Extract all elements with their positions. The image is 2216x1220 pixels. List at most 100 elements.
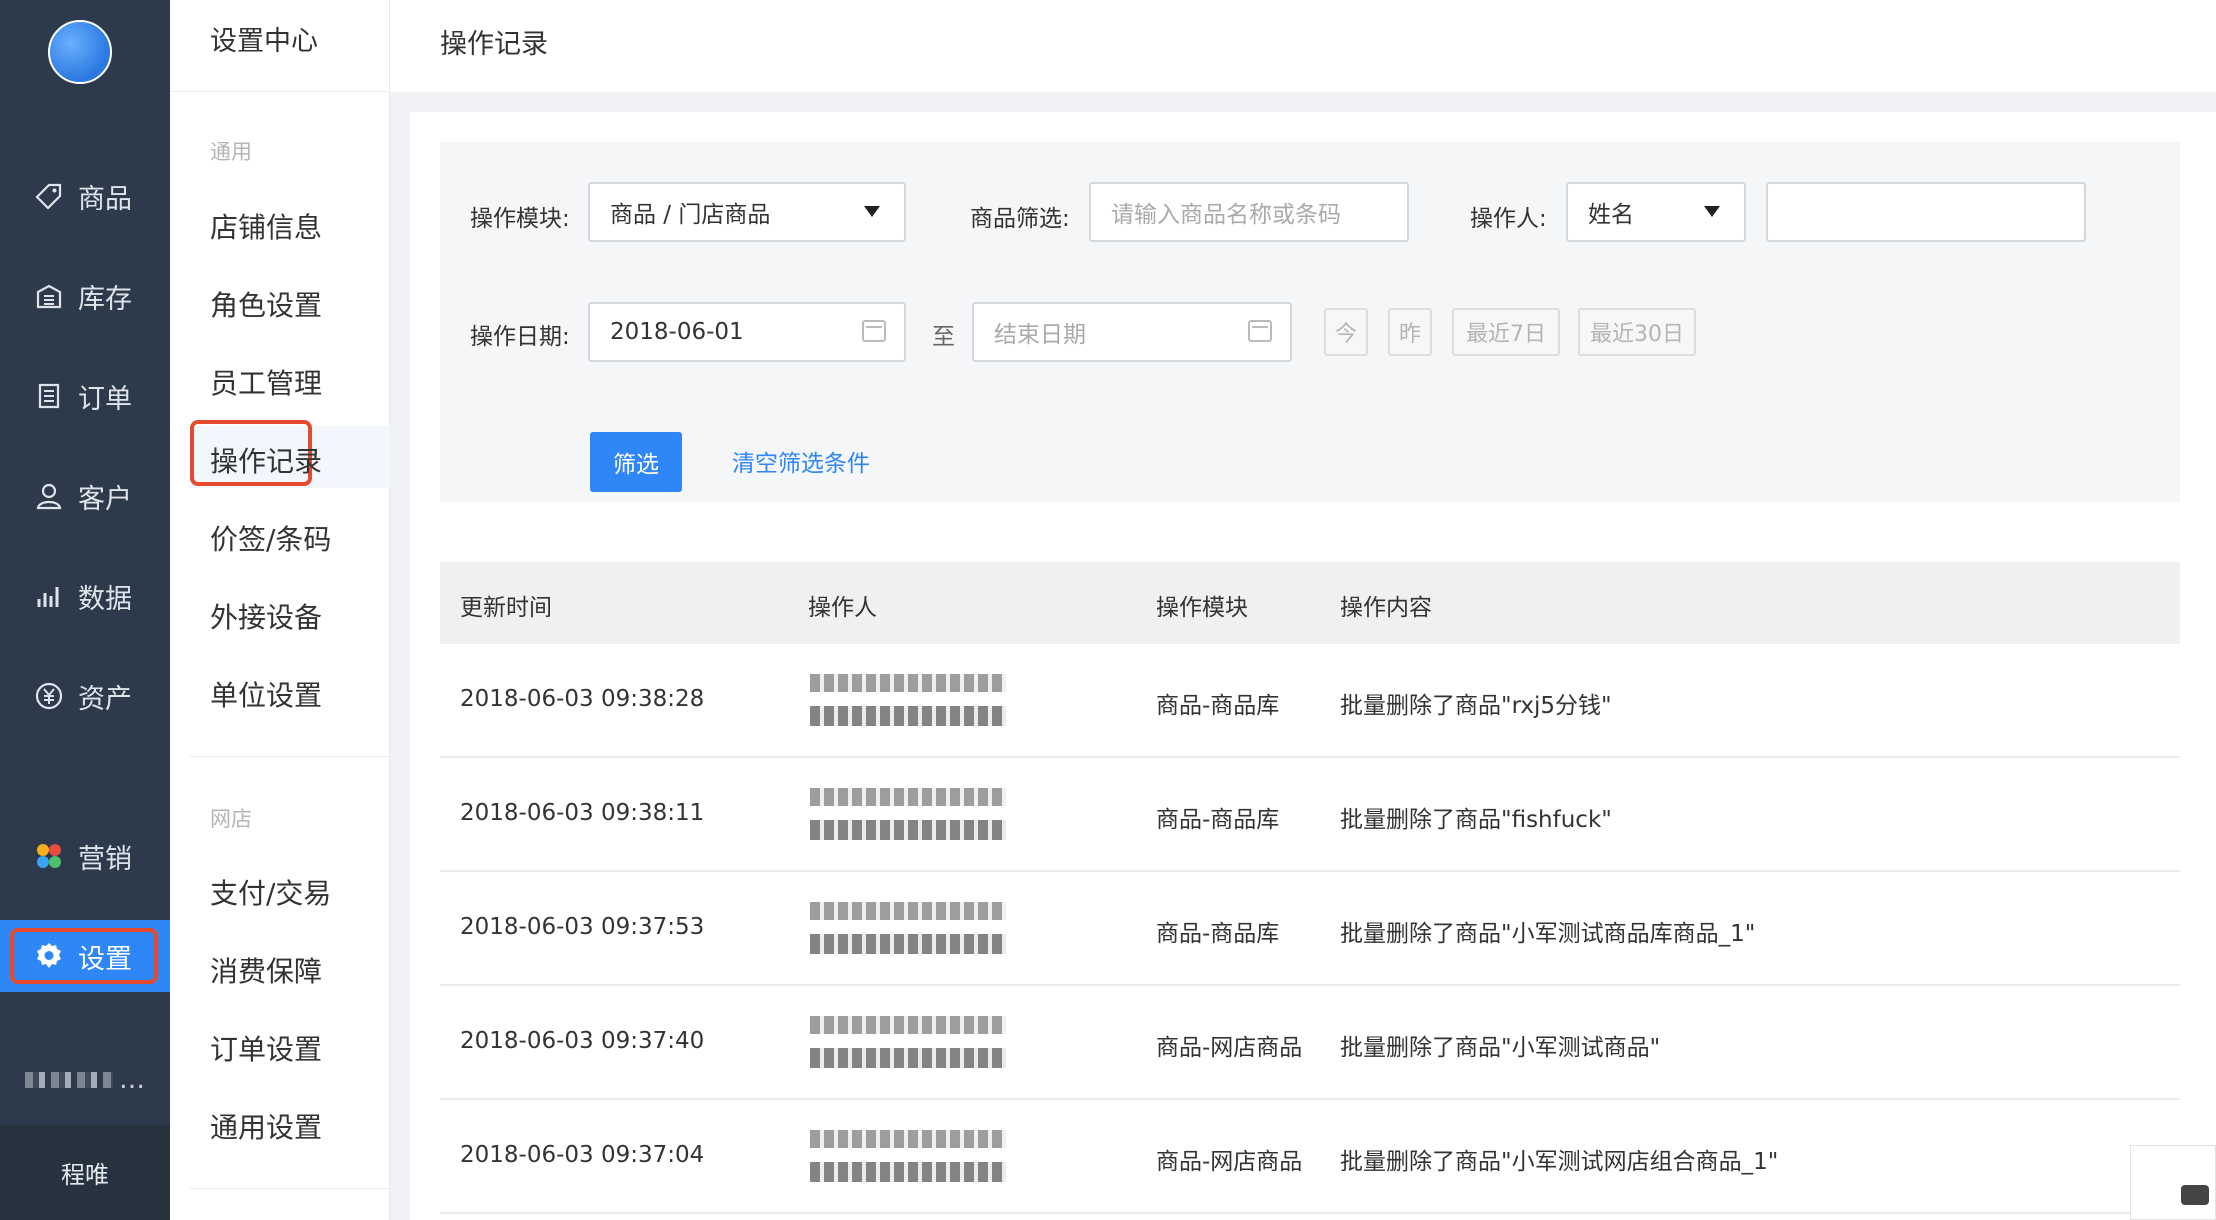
nav-item-marketing[interactable]: 营销 [0,820,170,892]
nav-item-customers[interactable]: 客户 [0,460,170,532]
highlight-box [10,928,158,984]
submenu-item-units[interactable]: 单位设置 [210,674,322,714]
row-content: 批量删除了商品"小军测试商品库商品_1" [1340,921,1756,947]
submenu-item-store-info[interactable]: 店铺信息 [210,206,322,246]
operator-label: 操作人: [1470,206,1547,232]
submenu-item-order-settings[interactable]: 订单设置 [210,1028,322,1068]
operator-blurred [810,1122,1006,1192]
quick-7days-button[interactable]: 最近7日 [1452,308,1560,356]
row-time: 2018-06-03 09:37:53 [460,914,705,940]
filter-button[interactable]: 筛选 [590,432,682,492]
row-content: 批量删除了商品"小军测试网店组合商品_1" [1340,1149,1779,1175]
nav-item-label: 商品 [78,183,132,215]
nav-item-orders[interactable]: 订单 [0,360,170,432]
start-date-value: 2018-06-01 [610,319,744,345]
submenu-group-online-store: 网店 [210,807,252,831]
chat-button[interactable] [2130,1145,2216,1220]
nav-item-label: 数据 [78,583,132,615]
end-date-placeholder: 结束日期 [994,322,1086,348]
goods-search-input[interactable]: 请输入商品名称或条码 [1089,182,1409,242]
column-header-module: 操作模块 [1156,595,1248,621]
submenu-title: 设置中心 [170,0,389,92]
table-row: 2018-06-03 09:38:28 商品-商品库 批量删除了商品"rxj5分… [440,644,2180,758]
nav-item-data[interactable]: 数据 [0,560,170,632]
user-name: 程唯 [61,1161,109,1189]
warehouse-icon [34,281,64,311]
column-header-content: 操作内容 [1340,595,1432,621]
column-header-time: 更新时间 [460,595,552,621]
module-select[interactable]: 商品 / 门店商品 [588,182,906,242]
store-logo[interactable] [48,20,112,84]
submenu-item-price-label[interactable]: 价签/条码 [210,518,331,558]
module-select-value: 商品 / 门店商品 [610,202,771,228]
row-time: 2018-06-03 09:38:11 [460,800,705,826]
quick-30days-button[interactable]: 最近30日 [1578,308,1696,356]
row-module: 商品-网店商品 [1156,1149,1303,1175]
nav-item-label: 资产 [78,683,132,715]
store-name-blurred [25,1072,113,1088]
calendar-icon [862,320,886,342]
submenu-item-devices[interactable]: 外接设备 [210,596,322,636]
row-module: 商品-网店商品 [1156,1035,1303,1061]
submenu-item-roles[interactable]: 角色设置 [210,284,322,324]
operator-input[interactable] [1766,182,2086,242]
row-content: 批量删除了商品"fishfuck" [1340,807,1612,833]
quick-today-button[interactable]: 今 [1324,308,1368,356]
divider [190,756,390,757]
table-row: 2018-06-03 09:37:04 商品-网店商品 批量删除了商品"小军测试… [440,1100,2180,1214]
operator-blurred [810,894,1006,964]
page-title: 操作记录 [440,29,548,60]
submenu-item-operation-log[interactable]: 操作记录 [210,440,322,480]
nav-item-label: 客户 [78,483,132,515]
date-range-separator: 至 [932,324,955,350]
column-header-operator: 操作人 [808,595,877,621]
row-module: 商品-商品库 [1156,807,1280,833]
submenu-item-payment[interactable]: 支付/交易 [210,872,331,912]
end-date-input[interactable]: 结束日期 [972,302,1292,362]
start-date-input[interactable]: 2018-06-01 [588,302,906,362]
chat-icon [2181,1185,2209,1205]
operator-type-select[interactable]: 姓名 [1566,182,1746,242]
row-time: 2018-06-03 09:37:04 [460,1142,705,1168]
main-content: 操作模块: 商品 / 门店商品 商品筛选: 请输入商品名称或条码 操作人: 姓名… [410,112,2216,1220]
operator-type-value: 姓名 [1588,202,1634,228]
module-label: 操作模块: [470,206,570,232]
submenu-group-general: 通用 [210,140,252,164]
current-user[interactable]: 程唯 [0,1125,170,1220]
clear-filter-link[interactable]: 清空筛选条件 [732,444,870,478]
yen-icon [34,681,64,711]
row-content: 批量删除了商品"小军测试商品" [1340,1035,1661,1061]
date-label: 操作日期: [470,324,570,350]
quick-yesterday-button[interactable]: 昨 [1388,308,1432,356]
nav-item-label: 订单 [78,383,132,415]
table-row: 2018-06-03 09:38:11 商品-商品库 批量删除了商品"fishf… [440,758,2180,872]
submenu-item-staff[interactable]: 员工管理 [210,362,322,402]
goods-search-placeholder: 请输入商品名称或条码 [1111,202,1341,228]
account-switcher[interactable]: … [0,1040,170,1120]
nav-item-inventory[interactable]: 库存 [0,260,170,332]
page-header: 操作记录 [390,0,2216,92]
filter-panel: 操作模块: 商品 / 门店商品 商品筛选: 请输入商品名称或条码 操作人: 姓名… [440,142,2180,502]
main-nav: 商品 库存 订单 客户 数据 资产 营销 设置 … 程唯 [0,0,170,1220]
goods-filter-label: 商品筛选: [970,206,1070,232]
nav-item-settings[interactable]: 设置 [0,920,170,992]
nav-item-assets[interactable]: 资产 [0,660,170,732]
user-icon [34,481,64,511]
table-header: 更新时间 操作人 操作模块 操作内容 [440,562,2180,644]
operator-blurred [810,1008,1006,1078]
row-time: 2018-06-03 09:37:40 [460,1028,705,1054]
submenu-item-consumer-protection[interactable]: 消费保障 [210,950,322,990]
table-row: 2018-06-03 09:37:53 商品-商品库 批量删除了商品"小军测试商… [440,872,2180,986]
nav-item-label: 营销 [78,843,132,875]
settings-submenu: 设置中心 通用 店铺信息 角色设置 员工管理 操作记录 价签/条码 外接设备 单… [170,0,390,1220]
list-icon [34,381,64,411]
row-content: 批量删除了商品"rxj5分钱" [1340,693,1612,719]
operator-blurred [810,666,1006,736]
row-module: 商品-商品库 [1156,693,1280,719]
submenu-item-general-settings[interactable]: 通用设置 [210,1106,322,1146]
row-time: 2018-06-03 09:38:28 [460,686,705,712]
caret-down-icon [1704,206,1720,217]
nav-item-label: 库存 [78,283,132,315]
ellipsis-icon: … [119,1065,145,1095]
nav-item-goods[interactable]: 商品 [0,160,170,232]
